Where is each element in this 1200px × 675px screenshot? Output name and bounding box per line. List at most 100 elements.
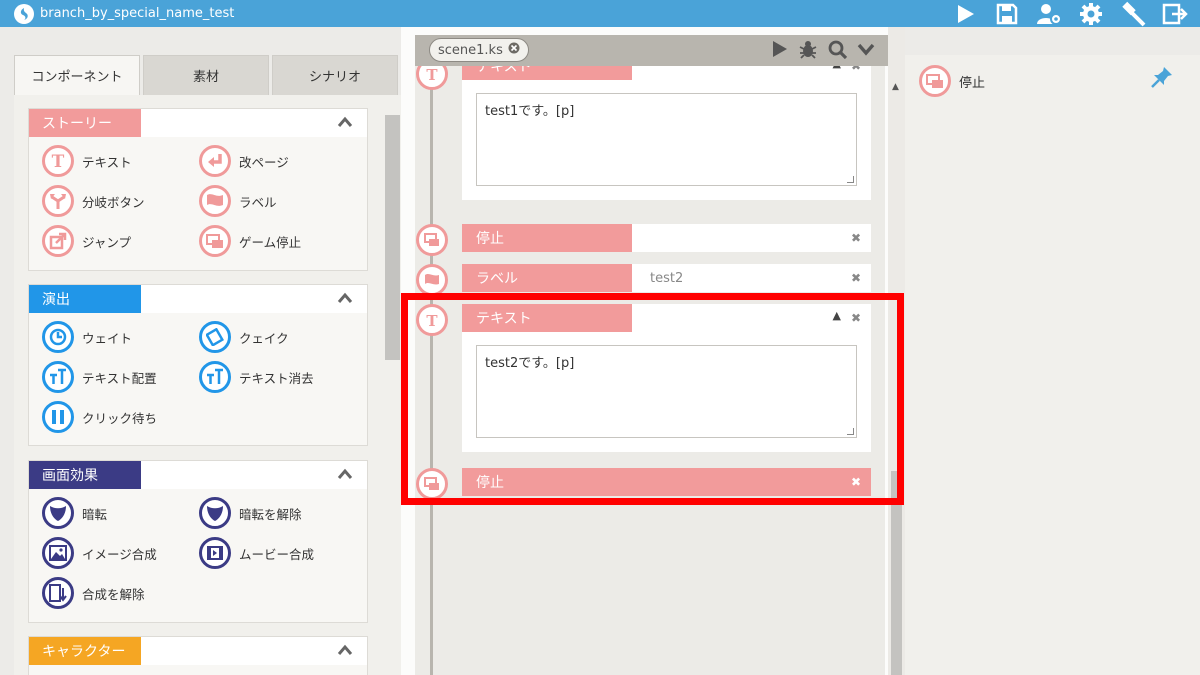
component-label: ラベル	[239, 194, 277, 210]
play-icon[interactable]	[952, 2, 978, 26]
debug-bug-icon[interactable]	[798, 39, 818, 63]
delete-icon[interactable]: ✖	[851, 271, 861, 285]
command-node-flag-icon	[416, 264, 448, 296]
preview-play-icon[interactable]	[772, 40, 788, 62]
component-branch-button[interactable]: 分岐ボタン	[42, 185, 145, 217]
component-label: テキスト消去	[239, 370, 314, 386]
stop-item[interactable]: 停止	[919, 65, 985, 97]
component-label: ゲーム停止	[239, 234, 302, 250]
stop-icon	[919, 65, 951, 97]
command-label[interactable]: ラベル test2 ✖	[462, 264, 871, 292]
component-label: 合成を解除	[82, 586, 145, 602]
chevron-up-icon[interactable]	[337, 468, 353, 484]
component-label: ムービー合成	[239, 546, 315, 562]
command-title: ラベル	[462, 264, 632, 292]
pause-icon	[42, 401, 74, 433]
compose-release-icon	[42, 577, 74, 609]
group-screen-effect: 画面効果 暗転 暗転を解除 イメージ合成 ムービー合成 合成を解除	[28, 460, 368, 623]
component-label: ウェイト	[82, 330, 133, 346]
component-label: イメージ合成	[82, 546, 157, 562]
text-position-icon	[42, 361, 74, 393]
component-movie-compose[interactable]: ムービー合成	[199, 537, 314, 569]
scene-toolbar: scene1.ks	[415, 35, 891, 66]
chevron-down-icon[interactable]	[857, 42, 875, 60]
svg-text:T: T	[52, 152, 65, 170]
highlight-box	[401, 293, 904, 505]
hammer-icon[interactable]	[1120, 1, 1146, 26]
component-game-stop[interactable]: ゲーム停止	[199, 225, 301, 257]
component-blackout[interactable]: 暗転	[42, 497, 107, 529]
group-screen-effect-label: 画面効果	[29, 461, 141, 489]
scene-tab-label: scene1.ks	[438, 42, 503, 58]
component-palette: コンポーネント 素材 シナリオ ストーリー T テキスト 改ページ 分岐ボタン …	[14, 55, 401, 675]
component-label: テキスト配置	[82, 370, 157, 386]
component-jump[interactable]: ジャンプ	[42, 225, 131, 257]
component-label: 分岐ボタン	[82, 194, 145, 210]
component-label-flag[interactable]: ラベル	[199, 185, 277, 217]
group-character: キャラクター	[28, 636, 368, 675]
component-text[interactable]: T テキスト	[42, 145, 132, 177]
text-t-icon: T	[42, 145, 74, 177]
save-icon[interactable]	[994, 2, 1020, 26]
svg-text:T: T	[426, 66, 438, 82]
command-node-stop-icon	[416, 224, 448, 256]
gear-icon[interactable]	[1078, 2, 1104, 26]
tab-scenario[interactable]: シナリオ	[272, 55, 398, 95]
component-blackout-release[interactable]: 暗転を解除	[199, 497, 302, 529]
jump-icon	[42, 225, 74, 257]
component-image-compose[interactable]: イメージ合成	[42, 537, 157, 569]
text-editor[interactable]: test1です。[p]	[476, 93, 857, 186]
delete-icon[interactable]: ✖	[851, 231, 861, 245]
component-label: 暗転	[82, 506, 108, 522]
game-stop-icon	[199, 225, 231, 257]
chevron-up-icon[interactable]	[337, 292, 353, 308]
component-quake[interactable]: クェイク	[199, 321, 289, 353]
blackout-release-icon	[199, 497, 231, 529]
component-page-break[interactable]: 改ページ	[199, 145, 289, 177]
clock-icon	[42, 321, 74, 353]
resize-grip[interactable]	[847, 176, 854, 183]
text-content: test1です。[p]	[485, 104, 575, 119]
exit-icon[interactable]	[1162, 2, 1188, 26]
right-panel: 停止	[905, 55, 1200, 675]
command-title: テキスト	[462, 66, 632, 80]
chevron-up-icon[interactable]	[337, 644, 353, 660]
close-icon[interactable]	[508, 42, 520, 58]
palette-panel: ストーリー T テキスト 改ページ 分岐ボタン ラベル ジャンプ ゲーム停止 演…	[14, 95, 401, 675]
scroll-up-icon[interactable]: ▲	[892, 82, 899, 92]
group-effect: 演出 ウェイト クェイク テキスト配置 テキスト消去 クリック待ち	[28, 284, 368, 446]
quake-icon	[199, 321, 231, 353]
component-compose-release[interactable]: 合成を解除	[42, 577, 145, 609]
search-icon[interactable]	[828, 40, 848, 63]
command-text[interactable]: テキスト ▲ ✖ test1です。[p]	[462, 66, 871, 200]
component-click-wait[interactable]: クリック待ち	[42, 401, 157, 433]
component-text-clear[interactable]: テキスト消去	[199, 361, 314, 393]
scene-tab[interactable]: scene1.ks	[429, 38, 529, 62]
component-label: ジャンプ	[82, 234, 132, 250]
tab-materials[interactable]: 素材	[143, 55, 269, 95]
collapse-icon[interactable]: ▲	[833, 66, 841, 70]
command-stop[interactable]: 停止 ✖	[462, 224, 871, 252]
palette-scrollbar[interactable]	[385, 115, 400, 360]
delete-icon[interactable]: ✖	[851, 66, 861, 73]
group-story: ストーリー T テキスト 改ページ 分岐ボタン ラベル ジャンプ ゲーム停止	[28, 108, 368, 271]
component-label: クェイク	[239, 330, 289, 346]
blackout-icon	[42, 497, 74, 529]
app-logo-icon	[14, 3, 34, 24]
label-name[interactable]: test2	[632, 264, 683, 292]
user-settings-icon[interactable]	[1036, 2, 1062, 26]
component-wait[interactable]: ウェイト	[42, 321, 132, 353]
flag-icon	[199, 185, 231, 217]
group-character-label: キャラクター	[29, 637, 141, 665]
title-bar: branch_by_special_name_test	[0, 0, 1200, 27]
pin-icon[interactable]	[1150, 65, 1174, 93]
image-compose-icon	[42, 537, 74, 569]
stop-item-label: 停止	[959, 75, 986, 91]
page-break-icon	[199, 145, 231, 177]
tab-components[interactable]: コンポーネント	[14, 55, 140, 95]
text-clear-icon	[199, 361, 231, 393]
group-effect-label: 演出	[29, 285, 141, 313]
group-story-label: ストーリー	[29, 109, 141, 137]
component-text-position[interactable]: テキスト配置	[42, 361, 157, 393]
chevron-up-icon[interactable]	[337, 116, 353, 132]
